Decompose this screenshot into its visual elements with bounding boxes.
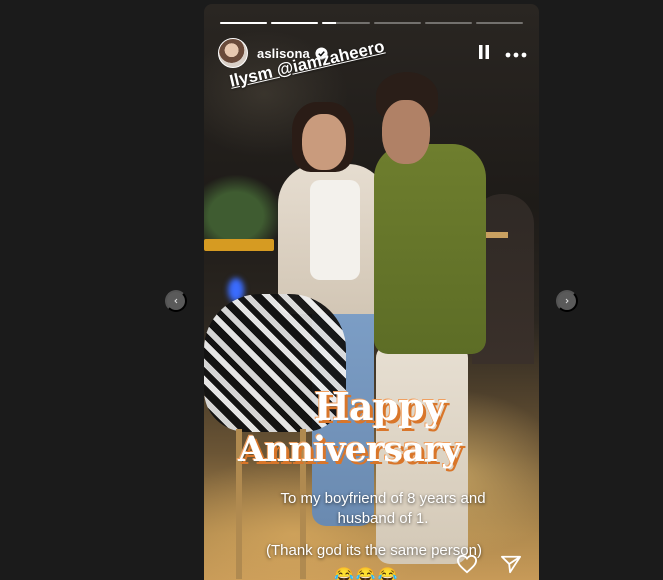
more-options-button[interactable]: [505, 46, 527, 61]
pause-icon: [479, 44, 489, 59]
progress-segment: [271, 22, 319, 24]
avatar[interactable]: [218, 38, 248, 68]
progress-segment: [424, 22, 472, 24]
caption-line-2: (Thank god its the same person): [266, 542, 482, 559]
woman-top: [310, 180, 360, 280]
title-line-2: Anniversary: [238, 429, 462, 470]
next-story-button[interactable]: [556, 290, 578, 312]
emoji-row: 😂😂😂: [334, 568, 400, 580]
title-line-1: Happy: [314, 384, 446, 429]
story-progress: [220, 22, 524, 24]
caption-line-1: To my boyfriend of 8 years and husband o…: [280, 490, 486, 527]
lamp: [204, 239, 274, 251]
heart-icon: [456, 554, 478, 574]
more-icon: [505, 52, 527, 57]
share-button[interactable]: [500, 554, 522, 577]
previous-story-button[interactable]: [165, 290, 187, 312]
man-face: [382, 100, 430, 164]
pause-button[interactable]: [477, 44, 491, 63]
story-frame[interactable]: aslisona Ilysm @iamzaheero Happy Anniver…: [204, 4, 539, 580]
plant: [204, 174, 284, 244]
send-icon: [500, 555, 521, 574]
progress-segment: [475, 22, 524, 24]
progress-segment: [373, 22, 421, 24]
chevron-right-icon: [565, 298, 569, 304]
progress-segment: [220, 22, 268, 24]
story-actions: [456, 554, 522, 577]
woman-face: [302, 114, 346, 170]
progress-segment: [322, 22, 370, 24]
chevron-left-icon: [174, 298, 178, 304]
like-button[interactable]: [456, 554, 478, 577]
man-shirt: [374, 144, 486, 354]
